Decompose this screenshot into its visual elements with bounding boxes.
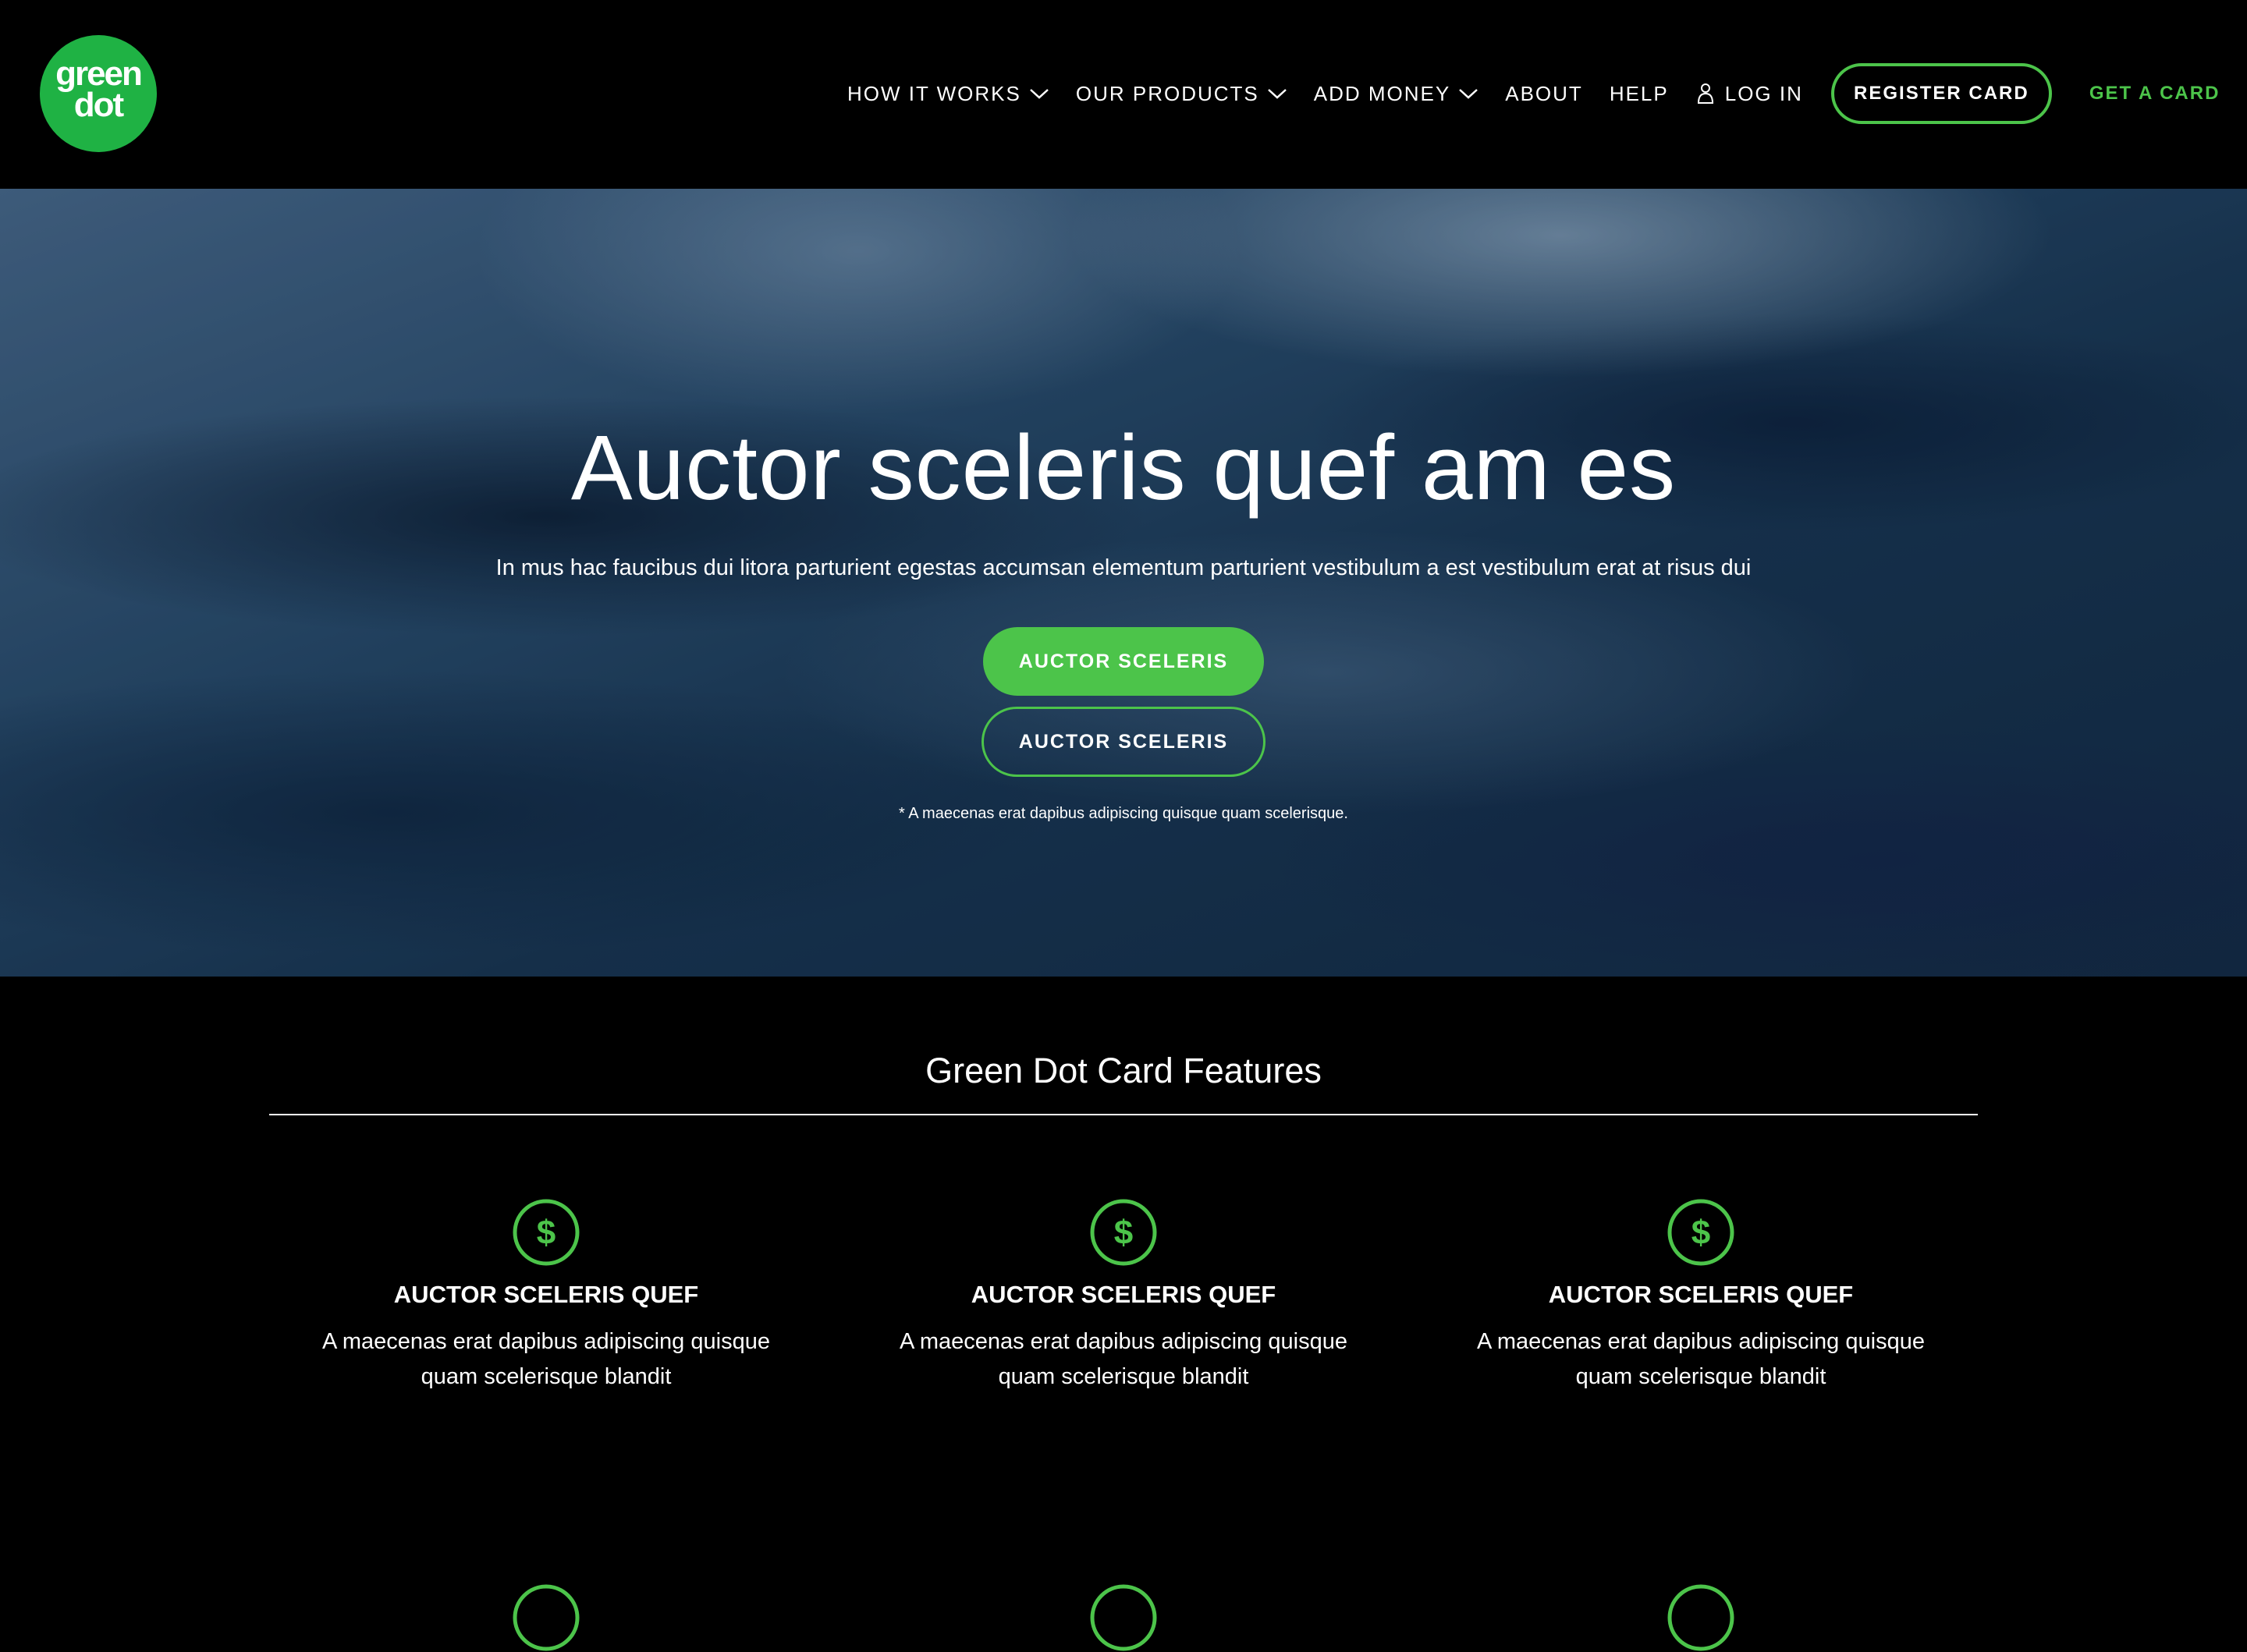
nav-item-label: OUR PRODUCTS — [1075, 81, 1259, 105]
logo-text: green dot — [55, 55, 143, 124]
feature-item: $ AUCTOR SCELERIS QUEF A maecenas erat d… — [273, 1198, 819, 1395]
feature-title: AUCTOR SCELERIS QUEF — [393, 1281, 699, 1308]
svg-text:$: $ — [1691, 1214, 1710, 1252]
dollar-circle-icon: $ — [1090, 1199, 1157, 1266]
login-label: LOG IN — [1724, 81, 1803, 105]
feature-item: $ AUCTOR SCELERIS QUEF A maecenas erat d… — [850, 1198, 1397, 1395]
register-card-button[interactable]: REGISTER CARD — [1830, 63, 2052, 124]
svg-text:$: $ — [1114, 1214, 1133, 1252]
user-icon — [1697, 83, 1713, 104]
nav-item-label: HELP — [1609, 81, 1669, 105]
feature-text: A maecenas erat dapibus adipiscing quisq… — [1477, 1329, 1925, 1389]
get-a-card-link[interactable]: GET A CARD — [2089, 83, 2220, 105]
feature-text: A maecenas erat dapibus adipiscing quisq… — [900, 1329, 1347, 1389]
dollar-circle-icon: $ — [1667, 1199, 1734, 1266]
feature-title: AUCTOR SCELERIS QUEF — [971, 1281, 1276, 1308]
main-nav: HOW IT WORKS OUR PRODUCTS ADD MONEY ABOU… — [847, 62, 2220, 125]
nav-item-label: HOW IT WORKS — [847, 81, 1021, 105]
nav-item-label: ADD MONEY — [1313, 81, 1451, 105]
dollar-circle-icon — [513, 1584, 580, 1651]
green-dot-logo[interactable]: green dot — [40, 35, 157, 152]
dollar-circle-icon: $ — [513, 1199, 580, 1266]
hero-subtitle: In mus hac faucibus dui litora parturien… — [495, 555, 1752, 580]
nav-item-about[interactable]: ABOUT — [1505, 82, 1583, 106]
login-link[interactable]: LOG IN — [1695, 82, 1803, 106]
nav-item-how-it-works[interactable]: HOW IT WORKS — [847, 82, 1049, 106]
chevron-down-icon — [1459, 89, 1478, 99]
divider — [269, 1114, 1978, 1115]
chevron-down-icon — [1267, 89, 1287, 99]
dollar-circle-icon — [1667, 1584, 1734, 1651]
nav-item-our-products[interactable]: OUR PRODUCTS — [1076, 82, 1287, 106]
chevron-down-icon — [1030, 89, 1049, 99]
features-title: Green Dot Card Features — [925, 1051, 1322, 1090]
hero-title: Auctor sceleris quef am es — [570, 417, 1677, 519]
feature-item: $ AUCTOR SCELERIS QUEF A maecenas erat d… — [1428, 1198, 1974, 1395]
hero-secondary-button[interactable]: AUCTOR SCELERIS — [982, 707, 1265, 777]
site-header: green dot HOW IT WORKS OUR PRODUCTS ADD … — [0, 0, 2247, 189]
nav-item-label: ABOUT — [1505, 81, 1583, 105]
hero-primary-button[interactable]: AUCTOR SCELERIS — [983, 627, 1264, 696]
nav-item-help[interactable]: HELP — [1610, 82, 1669, 106]
features-section: Green Dot Card Features $ AUCTOR SCELERI… — [0, 977, 2247, 1651]
dollar-circle-icon — [1090, 1584, 1157, 1651]
svg-text:$: $ — [537, 1214, 556, 1252]
feature-title: AUCTOR SCELERIS QUEF — [1548, 1281, 1854, 1308]
hero-section: Auctor sceleris quef am es In mus hac fa… — [0, 189, 2247, 977]
hero-disclaimer: * A maecenas erat dapibus adipiscing qui… — [899, 805, 1348, 822]
nav-item-add-money[interactable]: ADD MONEY — [1314, 82, 1478, 106]
feature-text: A maecenas erat dapibus adipiscing quisq… — [322, 1329, 770, 1389]
